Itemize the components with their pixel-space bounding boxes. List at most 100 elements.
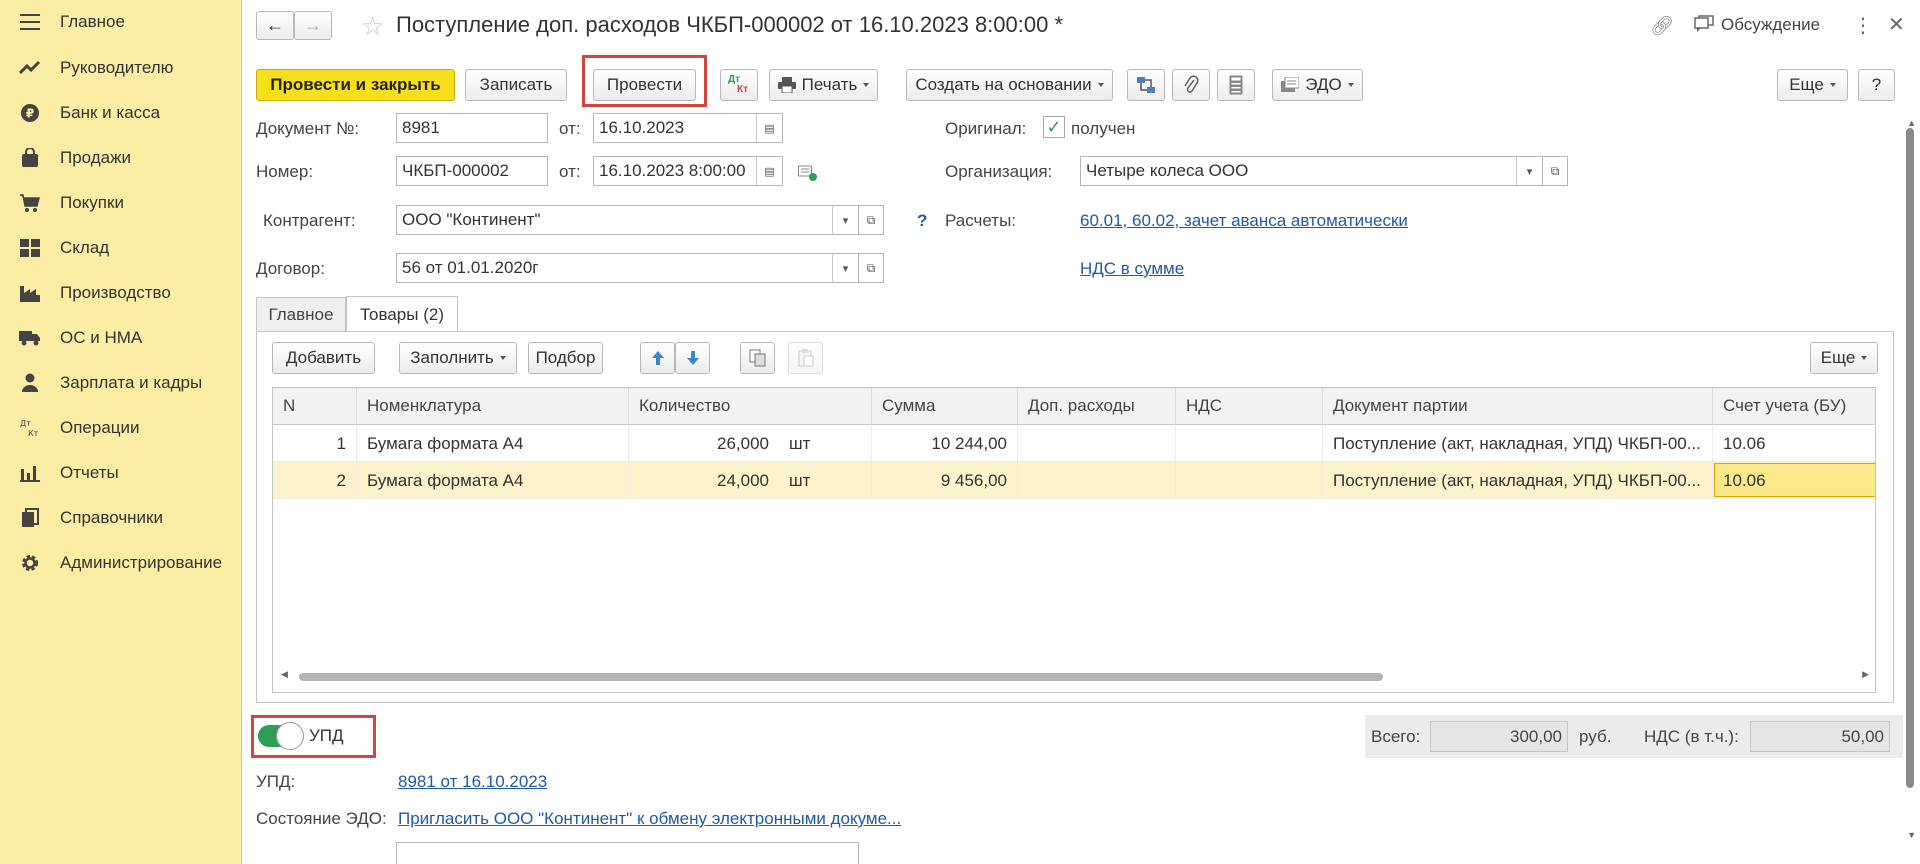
more-vertical-icon[interactable]: ⋮ bbox=[1853, 13, 1873, 38]
total-value: 300,00 bbox=[1430, 721, 1568, 752]
back-button[interactable]: ← bbox=[256, 11, 294, 40]
discussion-icon[interactable] bbox=[1694, 15, 1714, 33]
cell-account[interactable]: 10.06 bbox=[1713, 462, 1875, 499]
sidebar-item-admin[interactable]: Администрирование bbox=[0, 545, 242, 581]
svg-text:Дт: Дт bbox=[20, 419, 31, 428]
column-header-batch-document[interactable]: Документ партии bbox=[1323, 388, 1713, 425]
sidebar-item-main[interactable]: Главное bbox=[0, 4, 242, 40]
paste-rows-button[interactable] bbox=[788, 342, 823, 374]
column-header-item[interactable]: Номенклатура bbox=[357, 388, 629, 425]
counterparty-value: ООО "Континент" bbox=[402, 210, 541, 229]
sidebar-item-manager[interactable]: Руководителю bbox=[0, 50, 242, 86]
cell-item: Бумага формата А4 bbox=[357, 425, 629, 462]
person-icon bbox=[19, 372, 41, 394]
dt-kt-button[interactable]: Дт Кт bbox=[720, 69, 758, 101]
table-row[interactable]: 2 Бумага формата А4 24,000 шт 9 456,00 П… bbox=[273, 462, 1875, 499]
counterparty-input[interactable]: ООО "Континент" ▾ bbox=[396, 205, 859, 235]
dropdown-icon[interactable]: ▾ bbox=[832, 206, 858, 234]
calendar-icon[interactable]: ▤ bbox=[756, 157, 782, 185]
sidebar-item-warehouse[interactable]: Склад bbox=[0, 230, 242, 266]
cell-batch-document: Поступление (акт, накладная, УПД) ЧКБП-0… bbox=[1323, 462, 1713, 499]
discussion-link[interactable]: Обсуждение bbox=[1721, 15, 1820, 35]
open-counterparty-button[interactable]: ⧉ bbox=[858, 205, 884, 235]
column-header-extra-costs[interactable]: Доп. расходы bbox=[1018, 388, 1176, 425]
calculator-icon bbox=[1229, 75, 1243, 95]
attach-button[interactable] bbox=[1172, 69, 1210, 101]
upd-link[interactable]: 8981 от 16.10.2023 bbox=[398, 772, 547, 792]
sidebar-item-label: Производство bbox=[60, 283, 171, 302]
scroll-left-icon[interactable]: ◀ bbox=[281, 669, 288, 680]
pick-button[interactable]: Подбор bbox=[528, 342, 603, 374]
sidebar-item-purchases[interactable]: Покупки bbox=[0, 185, 242, 221]
scroll-up-icon[interactable]: ▲ bbox=[1907, 118, 1916, 128]
sidebar-item-assets[interactable]: ОС и НМА bbox=[0, 320, 242, 356]
forward-button[interactable]: → bbox=[294, 11, 332, 40]
sidebar-item-sales[interactable]: Продажи bbox=[0, 140, 242, 176]
add-row-button[interactable]: Добавить bbox=[272, 342, 375, 374]
page-vertical-scrollbar[interactable] bbox=[1906, 128, 1914, 788]
original-checkbox[interactable]: ✓ bbox=[1043, 116, 1065, 138]
close-icon[interactable]: ✕ bbox=[1888, 12, 1905, 37]
cell-unit: шт bbox=[779, 425, 872, 462]
doc-date-input[interactable]: 16.10.2023 ▤ bbox=[593, 113, 783, 143]
calculations-link[interactable]: 60.01, 60.02, зачет аванса автоматически bbox=[1080, 211, 1408, 231]
sidebar-item-label: Отчеты bbox=[60, 463, 119, 482]
dropdown-icon[interactable]: ▾ bbox=[1516, 157, 1542, 185]
upd-toggle[interactable] bbox=[258, 722, 304, 750]
doc-date-value: 16.10.2023 bbox=[599, 118, 685, 137]
table-more-button[interactable]: Еще bbox=[1810, 342, 1878, 374]
create-based-on-button[interactable]: Создать на основании bbox=[906, 69, 1113, 101]
open-contract-button[interactable]: ⧉ bbox=[858, 253, 884, 283]
save-button[interactable]: Записать bbox=[465, 69, 567, 101]
open-organization-button[interactable]: ⧉ bbox=[1542, 156, 1568, 186]
fill-button[interactable]: Заполнить bbox=[399, 342, 517, 374]
edo-button[interactable]: ЭДО bbox=[1272, 69, 1363, 101]
sidebar-item-production[interactable]: Производство bbox=[0, 275, 242, 311]
column-header-n[interactable]: N bbox=[273, 388, 357, 425]
scroll-right-icon[interactable]: ▶ bbox=[1862, 669, 1869, 680]
move-down-button[interactable] bbox=[675, 342, 710, 374]
tab-main[interactable]: Главное bbox=[256, 297, 346, 331]
organization-label: Организация: bbox=[945, 162, 1053, 181]
copy-rows-button[interactable] bbox=[740, 342, 775, 374]
post-button[interactable]: Провести bbox=[593, 69, 696, 101]
number-date-input[interactable]: 16.10.2023 8:00:00 ▤ bbox=[593, 156, 783, 186]
structure-button[interactable] bbox=[1127, 69, 1165, 101]
column-header-vat[interactable]: НДС bbox=[1176, 388, 1323, 425]
column-header-quantity[interactable]: Количество bbox=[629, 388, 872, 425]
tab-goods[interactable]: Товары (2) bbox=[346, 296, 458, 332]
column-header-sum[interactable]: Сумма bbox=[872, 388, 1018, 425]
number-input[interactable]: ЧКБП-000002 bbox=[396, 156, 548, 186]
comment-field[interactable] bbox=[396, 842, 859, 864]
scrollbar-thumb[interactable] bbox=[299, 673, 1383, 681]
cell-quantity: 26,000 bbox=[717, 433, 769, 453]
column-header-account[interactable]: Счет учета (БУ) bbox=[1713, 388, 1875, 425]
favorite-star-icon[interactable]: ☆ bbox=[361, 11, 384, 42]
calculator-button[interactable] bbox=[1217, 69, 1255, 101]
sidebar-item-bank[interactable]: ₽ Банк и касса bbox=[0, 95, 242, 131]
doc-number-input[interactable]: 8981 bbox=[396, 113, 548, 143]
table-horizontal-scrollbar[interactable]: ◀ ▶ bbox=[281, 669, 1869, 682]
dropdown-icon[interactable]: ▾ bbox=[832, 254, 858, 282]
sidebar-item-label: Руководителю bbox=[60, 58, 174, 77]
edo-invite-link[interactable]: Пригласить ООО "Континент" к обмену элек… bbox=[398, 809, 901, 829]
sidebar-item-operations[interactable]: Дт Кт Операции bbox=[0, 410, 242, 446]
sidebar-item-references[interactable]: Справочники bbox=[0, 500, 242, 536]
help-question-icon[interactable]: ? bbox=[917, 211, 927, 231]
link-icon[interactable]: 🔗︎ bbox=[1650, 14, 1674, 38]
table-row[interactable]: 1 Бумага формата А4 26,000 шт 10 244,00 … bbox=[273, 425, 1875, 462]
post-and-close-button[interactable]: Провести и закрыть bbox=[256, 69, 455, 101]
contract-input[interactable]: 56 от 01.01.2020г ▾ bbox=[396, 253, 859, 283]
help-button[interactable]: ? bbox=[1858, 69, 1895, 101]
organization-input[interactable]: Четыре колеса ООО ▾ bbox=[1080, 156, 1543, 186]
print-button[interactable]: Печать bbox=[769, 69, 878, 101]
sidebar-item-reports[interactable]: Отчеты bbox=[0, 455, 242, 491]
calendar-icon[interactable]: ▤ bbox=[756, 114, 782, 142]
more-button[interactable]: Еще bbox=[1777, 69, 1848, 101]
move-up-button[interactable] bbox=[640, 342, 675, 374]
history-icon[interactable] bbox=[798, 164, 818, 182]
sidebar-item-salary[interactable]: Зарплата и кадры bbox=[0, 365, 242, 401]
vat-mode-link[interactable]: НДС в сумме bbox=[1080, 259, 1184, 279]
kt-label: Кт bbox=[737, 84, 749, 95]
scroll-down-icon[interactable]: ▼ bbox=[1907, 830, 1916, 840]
